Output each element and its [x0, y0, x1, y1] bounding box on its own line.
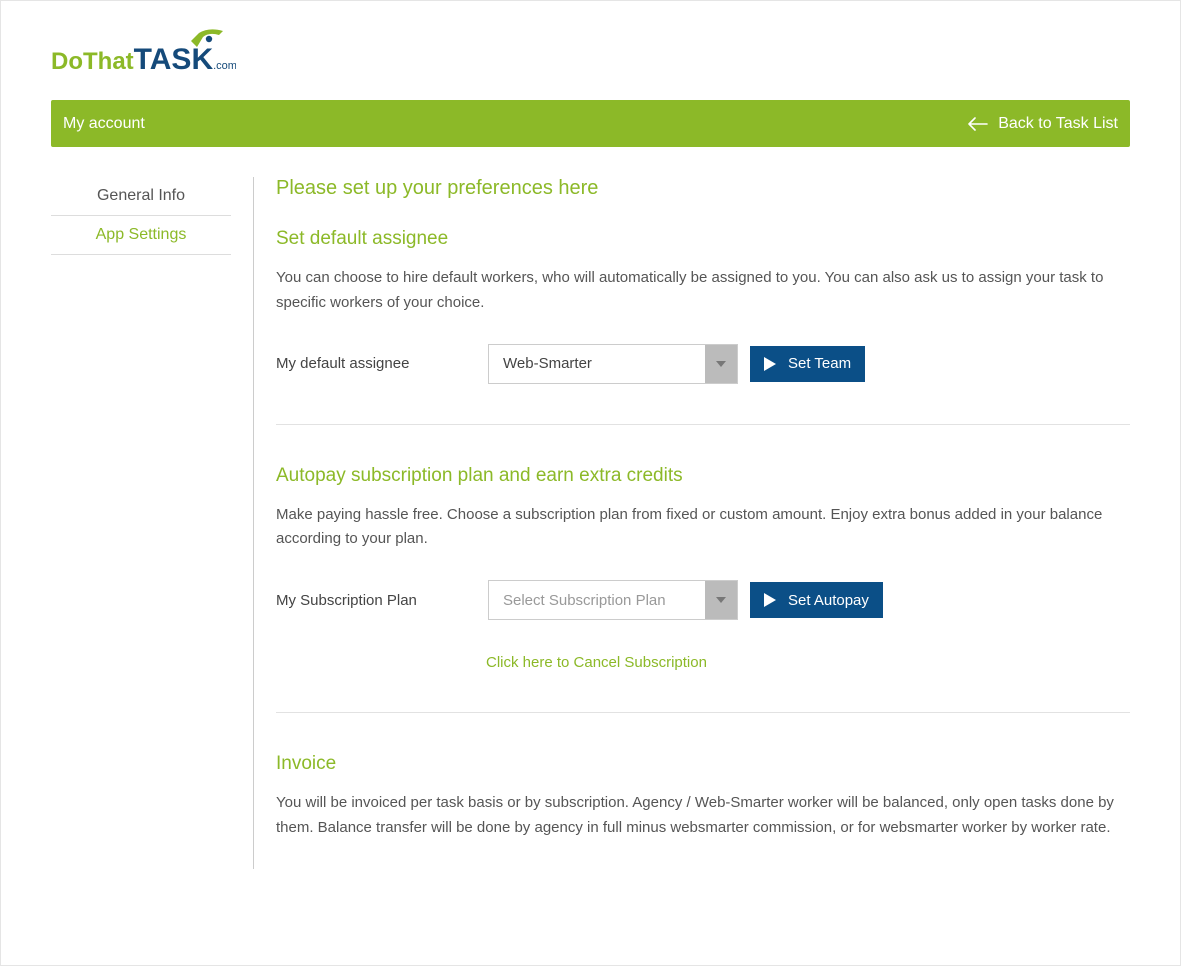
preferences-heading: Please set up your preferences here [276, 177, 1130, 200]
assignee-field-label: My default assignee [276, 355, 476, 372]
set-autopay-button[interactable]: Set Autopay [750, 582, 883, 618]
logo: DoThatTASK.com [51, 1, 1130, 100]
subscription-select-placeholder: Select Subscription Plan [489, 581, 705, 619]
subscription-select[interactable]: Select Subscription Plan [488, 580, 738, 620]
chevron-down-icon [705, 345, 737, 383]
logo-part3: K [191, 43, 213, 76]
divider [276, 424, 1130, 425]
page-title: My account [63, 115, 145, 133]
back-link-label: Back to Task List [998, 115, 1118, 133]
assignee-field-row: My default assignee Web-Smarter Set Team [276, 344, 1130, 384]
svg-text:DoThatTASK.com: DoThatTASK.com [51, 43, 236, 76]
divider [276, 712, 1130, 713]
sidebar-item-app-settings[interactable]: App Settings [51, 216, 231, 255]
autopay-heading: Autopay subscription plan and earn extra… [276, 465, 1130, 487]
set-team-button[interactable]: Set Team [750, 346, 865, 382]
subscription-field-row: My Subscription Plan Select Subscription… [276, 580, 1130, 620]
sidebar: General Info App Settings [51, 177, 231, 869]
cancel-subscription-link[interactable]: Click here to Cancel Subscription [486, 654, 707, 671]
arrow-left-icon [968, 117, 988, 131]
play-icon [758, 353, 780, 375]
chevron-down-icon [705, 581, 737, 619]
app-window: DoThatTASK.com My account Back to Task L… [0, 0, 1181, 966]
assignee-select[interactable]: Web-Smarter [488, 344, 738, 384]
back-to-task-list-link[interactable]: Back to Task List [968, 115, 1118, 133]
vertical-divider [253, 177, 254, 869]
subscription-field-label: My Subscription Plan [276, 592, 476, 609]
logo-part1: DoThat [51, 48, 134, 75]
sidebar-item-general-info[interactable]: General Info [51, 177, 231, 216]
logo-part2: TAS [134, 43, 192, 76]
main-content: Please set up your preferences here Set … [276, 177, 1130, 869]
assignee-heading: Set default assignee [276, 228, 1130, 250]
invoice-desc: You will be invoiced per task basis or b… [276, 791, 1130, 841]
autopay-desc: Make paying hassle free. Choose a subscr… [276, 503, 1130, 553]
topbar: My account Back to Task List [51, 100, 1130, 147]
set-autopay-label: Set Autopay [788, 592, 869, 609]
logo-suffix: .com [213, 60, 236, 72]
set-team-label: Set Team [788, 355, 851, 372]
assignee-select-value: Web-Smarter [489, 345, 705, 383]
play-icon [758, 589, 780, 611]
assignee-desc: You can choose to hire default workers, … [276, 266, 1130, 316]
invoice-heading: Invoice [276, 753, 1130, 775]
